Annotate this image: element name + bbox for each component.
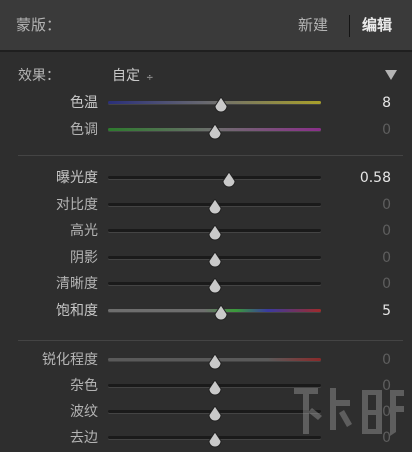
slider-value-highlights[interactable]: 0 <box>382 221 391 241</box>
slider-thumb-highlights[interactable] <box>207 225 222 241</box>
slider-row-contrast: 对比度 0 <box>0 195 412 219</box>
slider-label-noise: 杂色 <box>70 378 98 394</box>
slider-row-saturation: 饱和度 5 <box>0 301 412 325</box>
slider-value-contrast[interactable]: 0 <box>382 195 391 215</box>
slider-label-defringe: 去边 <box>70 430 98 446</box>
effect-label: 效果： <box>18 68 60 84</box>
panel-header: 蒙版： 新建 编辑 <box>0 0 412 52</box>
slider-thumb-clarity[interactable] <box>207 278 222 294</box>
watermark-logo <box>294 388 404 436</box>
slider-track-exposure[interactable] <box>108 176 321 179</box>
slider-row-highlights: 高光 0 <box>0 221 412 245</box>
slider-thumb-exposure[interactable] <box>222 172 236 188</box>
slider-label-highlights: 高光 <box>70 223 98 239</box>
slider-label-shadows: 阴影 <box>70 250 98 266</box>
slider-thumb-shadows[interactable] <box>207 252 222 268</box>
disclosure-triangle-icon[interactable] <box>385 70 397 80</box>
slider-thumb-noise[interactable] <box>207 380 222 396</box>
slider-value-shadows[interactable]: 0 <box>382 248 391 268</box>
section-divider <box>18 155 403 156</box>
slider-label-temp: 色温 <box>70 95 98 111</box>
panel-title: 蒙版： <box>16 16 62 34</box>
slider-label-saturation: 饱和度 <box>56 303 98 319</box>
slider-value-clarity[interactable]: 0 <box>382 274 391 294</box>
tab-new[interactable]: 新建 <box>298 14 328 35</box>
slider-thumb-moire[interactable] <box>207 406 222 422</box>
slider-label-exposure: 曝光度 <box>56 170 98 186</box>
slider-label-moire: 波纹 <box>70 404 98 420</box>
slider-label-tint: 色调 <box>70 122 98 138</box>
slider-value-exposure[interactable]: 0.58 <box>360 168 391 188</box>
slider-label-clarity: 清晰度 <box>56 276 98 292</box>
slider-row-temp: 色温 8 <box>0 93 412 117</box>
slider-row-tint: 色调 0 <box>0 120 412 144</box>
slider-value-temp[interactable]: 8 <box>382 93 391 113</box>
slider-thumb-contrast[interactable] <box>207 199 222 215</box>
slider-thumb-saturation[interactable] <box>214 305 228 321</box>
slider-row-exposure: 曝光度 0.58 <box>0 168 412 192</box>
slider-row-clarity: 清晰度 0 <box>0 274 412 298</box>
slider-value-tint[interactable]: 0 <box>382 120 391 140</box>
slider-thumb-sharpness[interactable] <box>207 354 222 370</box>
slider-thumb-defringe[interactable] <box>207 432 222 448</box>
updown-icon: ÷ <box>146 73 154 83</box>
slider-value-saturation[interactable]: 5 <box>382 301 391 321</box>
slider-value-sharpness[interactable]: 0 <box>382 350 391 370</box>
slider-thumb-tint[interactable] <box>207 124 222 140</box>
effect-preset-dropdown[interactable]: 自定 ÷ <box>112 65 154 85</box>
slider-thumb-temp[interactable] <box>214 97 228 113</box>
slider-label-contrast: 对比度 <box>56 197 98 213</box>
effect-preset-value: 自定 <box>112 68 140 84</box>
tab-separator <box>349 15 350 37</box>
slider-label-sharpness: 锐化程度 <box>42 352 98 368</box>
section-divider <box>18 340 403 341</box>
tab-edit[interactable]: 编辑 <box>362 14 392 35</box>
slider-row-shadows: 阴影 0 <box>0 248 412 272</box>
slider-row-sharpness: 锐化程度 0 <box>0 350 412 374</box>
